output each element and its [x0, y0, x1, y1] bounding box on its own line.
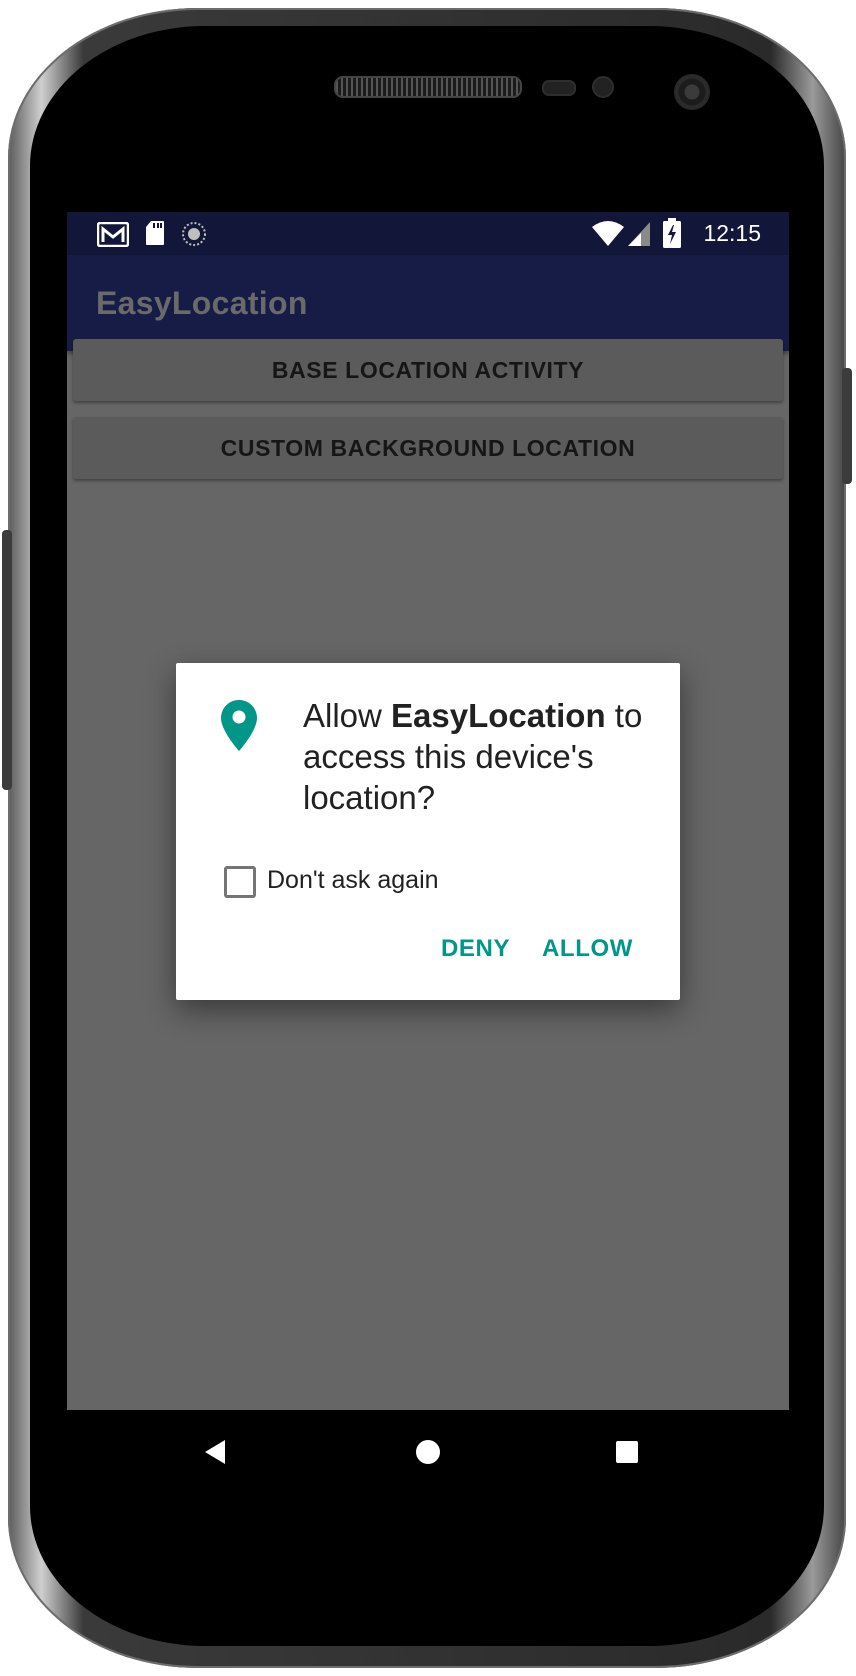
battery-charging-icon [663, 218, 681, 252]
base-location-activity-button[interactable]: BASE LOCATION ACTIVITY [73, 339, 783, 401]
dialog-message: Allow EasyLocation to access this device… [303, 695, 663, 818]
app-title: EasyLocation [96, 285, 308, 321]
front-camera [674, 74, 710, 110]
recents-icon[interactable] [615, 1440, 639, 1468]
sd-card-icon [145, 220, 165, 250]
dialog-message-prefix: Allow [303, 697, 392, 734]
status-clock: 12:15 [703, 220, 761, 246]
dont-ask-again-label[interactable]: Don't ask again [267, 866, 439, 895]
permission-dialog: Allow EasyLocation to access this device… [176, 663, 680, 1000]
device-screen: 12:15 EasyLocation BASE LOCATION ACTIVIT… [67, 212, 789, 1494]
sync-icon [181, 221, 207, 251]
dialog-app-name: EasyLocation [391, 697, 606, 734]
proximity-sensor [542, 80, 576, 96]
app-bar: EasyLocation [67, 255, 789, 351]
earpiece-speaker [334, 76, 522, 98]
deny-button[interactable]: DENY [441, 935, 510, 963]
status-bar: 12:15 [67, 212, 789, 255]
signal-icon [627, 221, 651, 251]
back-icon[interactable] [203, 1439, 227, 1469]
volume-button [2, 530, 12, 790]
custom-background-location-button[interactable]: CUSTOM BACKGROUND LOCATION [73, 417, 783, 479]
navigation-bar [67, 1410, 789, 1494]
light-sensor [592, 76, 614, 98]
allow-button[interactable]: ALLOW [542, 935, 633, 963]
dont-ask-again-checkbox[interactable] [224, 866, 256, 898]
location-pin-icon [220, 699, 258, 757]
home-icon[interactable] [415, 1439, 441, 1469]
wifi-icon [591, 221, 625, 251]
gmail-icon [96, 221, 130, 251]
power-button [842, 368, 852, 484]
